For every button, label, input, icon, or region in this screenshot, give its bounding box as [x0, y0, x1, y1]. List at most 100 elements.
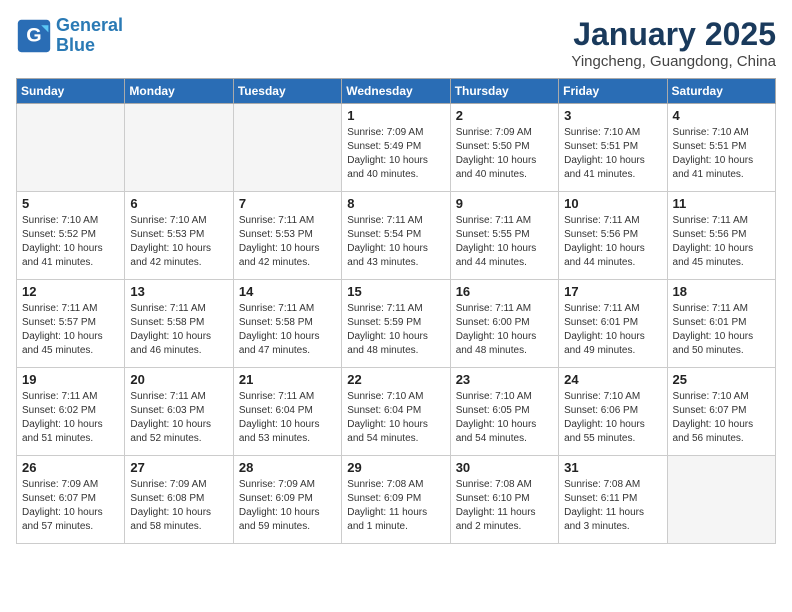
weekday-header: Sunday — [17, 79, 125, 104]
calendar-cell: 4Sunrise: 7:10 AM Sunset: 5:51 PM Daylig… — [667, 104, 775, 192]
cell-info: Sunrise: 7:11 AM Sunset: 5:54 PM Dayligh… — [347, 214, 444, 270]
cell-info: Sunrise: 7:08 AM Sunset: 6:09 PM Dayligh… — [347, 478, 444, 534]
svg-text:G: G — [26, 24, 41, 46]
day-number: 7 — [239, 196, 336, 211]
calendar-cell: 7 Sunrise: 7:11 AM Sunset: 5:53 PM Daylig… — [233, 192, 341, 280]
calendar-cell — [125, 104, 233, 192]
weekday-header-row: SundayMondayTuesdayWednesdayThursdayFrid… — [17, 79, 776, 104]
cell-info: Sunrise: 7:11 AM Sunset: 6:02 PM Dayligh… — [22, 390, 119, 446]
calendar-cell: 14 Sunrise: 7:11 AM Sunset: 5:58 PM Dayli… — [233, 280, 341, 368]
weekday-header: Thursday — [450, 79, 558, 104]
day-number: 25 — [673, 372, 770, 387]
cell-info: Sunrise: 7:09 AM Sunset: 5:50 PM Dayligh… — [456, 126, 553, 182]
calendar-cell: 10Sunrise: 7:11 AM Sunset: 5:56 PM Dayli… — [559, 192, 667, 280]
calendar-week-row: 26Sunrise: 7:09 AM Sunset: 6:07 PM Dayli… — [17, 456, 776, 544]
calendar-cell: 3 Sunrise: 7:10 AM Sunset: 5:51 PM Daylig… — [559, 104, 667, 192]
cell-info: Sunrise: 7:11 AM Sunset: 6:00 PM Dayligh… — [456, 302, 553, 358]
calendar-week-row: 1Sunrise: 7:09 AM Sunset: 5:49 PM Daylig… — [17, 104, 776, 192]
cell-info: Sunrise: 7:11 AM Sunset: 5:53 PM Dayligh… — [239, 214, 336, 270]
cell-info: Sunrise: 7:11 AM Sunset: 6:01 PM Dayligh… — [673, 302, 770, 358]
calendar-cell: 29 Sunrise: 7:08 AM Sunset: 6:09 PM Dayli… — [342, 456, 450, 544]
calendar-cell: 31Sunrise: 7:08 AM Sunset: 6:11 PM Dayli… — [559, 456, 667, 544]
day-number: 24 — [564, 372, 661, 387]
day-number: 29 — [347, 460, 444, 475]
day-number: 15 — [347, 284, 444, 299]
day-number: 19 — [22, 372, 119, 387]
calendar-cell — [233, 104, 341, 192]
cell-info: Sunrise: 7:11 AM Sunset: 5:58 PM Dayligh… — [130, 302, 227, 358]
calendar-cell: 21 Sunrise: 7:11 AM Sunset: 6:04 PM Dayli… — [233, 368, 341, 456]
calendar-cell: 8Sunrise: 7:11 AM Sunset: 5:54 PM Daylig… — [342, 192, 450, 280]
calendar-week-row: 19 Sunrise: 7:11 AM Sunset: 6:02 PM Dayli… — [17, 368, 776, 456]
day-number: 27 — [130, 460, 227, 475]
calendar-cell: 19 Sunrise: 7:11 AM Sunset: 6:02 PM Dayli… — [17, 368, 125, 456]
cell-info: Sunrise: 7:10 AM Sunset: 6:06 PM Dayligh… — [564, 390, 661, 446]
day-number: 28 — [239, 460, 336, 475]
calendar-cell: 18 Sunrise: 7:11 AM Sunset: 6:01 PM Dayli… — [667, 280, 775, 368]
day-number: 9 — [456, 196, 553, 211]
cell-info: Sunrise: 7:11 AM Sunset: 6:04 PM Dayligh… — [239, 390, 336, 446]
cell-info: Sunrise: 7:11 AM Sunset: 5:55 PM Dayligh… — [456, 214, 553, 270]
day-number: 17 — [564, 284, 661, 299]
day-number: 14 — [239, 284, 336, 299]
page-header: G General Blue January 2025 Yingcheng, G… — [16, 16, 776, 70]
cell-info: Sunrise: 7:11 AM Sunset: 5:58 PM Dayligh… — [239, 302, 336, 358]
day-number: 5 — [22, 196, 119, 211]
calendar-cell: 22Sunrise: 7:10 AM Sunset: 6:04 PM Dayli… — [342, 368, 450, 456]
calendar-cell — [667, 456, 775, 544]
cell-info: Sunrise: 7:11 AM Sunset: 6:03 PM Dayligh… — [130, 390, 227, 446]
weekday-header: Wednesday — [342, 79, 450, 104]
day-number: 23 — [456, 372, 553, 387]
calendar-cell: 23Sunrise: 7:10 AM Sunset: 6:05 PM Dayli… — [450, 368, 558, 456]
calendar-cell: 30 Sunrise: 7:08 AM Sunset: 6:10 PM Dayli… — [450, 456, 558, 544]
calendar-cell: 9 Sunrise: 7:11 AM Sunset: 5:55 PM Daylig… — [450, 192, 558, 280]
day-number: 31 — [564, 460, 661, 475]
cell-info: Sunrise: 7:10 AM Sunset: 5:53 PM Dayligh… — [130, 214, 227, 270]
cell-info: Sunrise: 7:11 AM Sunset: 5:56 PM Dayligh… — [673, 214, 770, 270]
day-number: 2 — [456, 108, 553, 123]
day-number: 21 — [239, 372, 336, 387]
day-number: 6 — [130, 196, 227, 211]
calendar-cell: 27Sunrise: 7:09 AM Sunset: 6:08 PM Dayli… — [125, 456, 233, 544]
day-number: 26 — [22, 460, 119, 475]
calendar-cell: 1Sunrise: 7:09 AM Sunset: 5:49 PM Daylig… — [342, 104, 450, 192]
calendar-cell: 6 Sunrise: 7:10 AM Sunset: 5:53 PM Daylig… — [125, 192, 233, 280]
cell-info: Sunrise: 7:08 AM Sunset: 6:10 PM Dayligh… — [456, 478, 553, 534]
logo: G General Blue — [16, 16, 123, 56]
weekday-header: Saturday — [667, 79, 775, 104]
cell-info: Sunrise: 7:11 AM Sunset: 5:59 PM Dayligh… — [347, 302, 444, 358]
calendar-cell: 17Sunrise: 7:11 AM Sunset: 6:01 PM Dayli… — [559, 280, 667, 368]
cell-info: Sunrise: 7:10 AM Sunset: 5:52 PM Dayligh… — [22, 214, 119, 270]
cell-info: Sunrise: 7:10 AM Sunset: 5:51 PM Dayligh… — [564, 126, 661, 182]
day-number: 11 — [673, 196, 770, 211]
calendar-cell: 2 Sunrise: 7:09 AM Sunset: 5:50 PM Daylig… — [450, 104, 558, 192]
calendar-cell: 26Sunrise: 7:09 AM Sunset: 6:07 PM Dayli… — [17, 456, 125, 544]
cell-info: Sunrise: 7:11 AM Sunset: 5:57 PM Dayligh… — [22, 302, 119, 358]
calendar-cell: 20Sunrise: 7:11 AM Sunset: 6:03 PM Dayli… — [125, 368, 233, 456]
day-number: 30 — [456, 460, 553, 475]
cell-info: Sunrise: 7:09 AM Sunset: 6:09 PM Dayligh… — [239, 478, 336, 534]
month-title: January 2025 — [571, 16, 776, 53]
weekday-header: Friday — [559, 79, 667, 104]
calendar-cell: 25 Sunrise: 7:10 AM Sunset: 6:07 PM Dayli… — [667, 368, 775, 456]
weekday-header: Tuesday — [233, 79, 341, 104]
day-number: 10 — [564, 196, 661, 211]
day-number: 18 — [673, 284, 770, 299]
day-number: 3 — [564, 108, 661, 123]
logo-icon: G — [16, 18, 52, 54]
cell-info: Sunrise: 7:10 AM Sunset: 6:04 PM Dayligh… — [347, 390, 444, 446]
calendar-week-row: 5 Sunrise: 7:10 AM Sunset: 5:52 PM Daylig… — [17, 192, 776, 280]
calendar-cell: 11 Sunrise: 7:11 AM Sunset: 5:56 PM Dayli… — [667, 192, 775, 280]
calendar-cell: 28 Sunrise: 7:09 AM Sunset: 6:09 PM Dayli… — [233, 456, 341, 544]
day-number: 12 — [22, 284, 119, 299]
cell-info: Sunrise: 7:10 AM Sunset: 5:51 PM Dayligh… — [673, 126, 770, 182]
calendar-cell: 13 Sunrise: 7:11 AM Sunset: 5:58 PM Dayli… — [125, 280, 233, 368]
calendar-cell — [17, 104, 125, 192]
day-number: 13 — [130, 284, 227, 299]
day-number: 1 — [347, 108, 444, 123]
day-number: 16 — [456, 284, 553, 299]
logo-text: General Blue — [56, 16, 123, 56]
title-block: January 2025 Yingcheng, Guangdong, China — [571, 16, 776, 70]
calendar-week-row: 12 Sunrise: 7:11 AM Sunset: 5:57 PM Dayli… — [17, 280, 776, 368]
cell-info: Sunrise: 7:10 AM Sunset: 6:07 PM Dayligh… — [673, 390, 770, 446]
